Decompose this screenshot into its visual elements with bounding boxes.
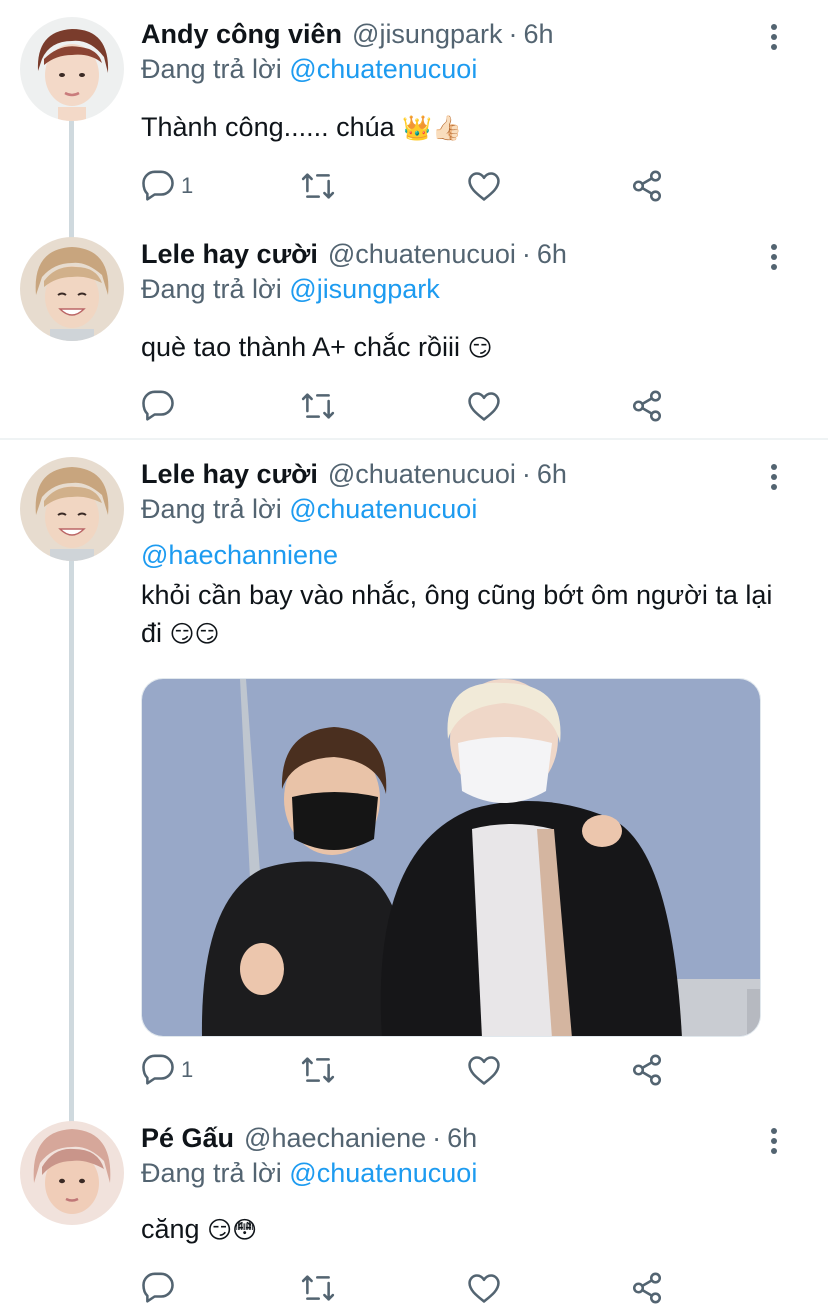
replying-to: Đang trả lời @chuatenucuoi (141, 491, 477, 527)
reply-icon (142, 390, 174, 421)
separator-dot: · (521, 459, 531, 489)
tweet-text: Thành công...... chúa 👑👍🏻 (141, 108, 781, 147)
more-icon[interactable] (762, 242, 786, 272)
display-name[interactable]: Lele hay cười (141, 239, 318, 269)
replying-to: Đang trả lời @chuatenucuoi (141, 51, 477, 87)
reply-button[interactable] (141, 388, 181, 424)
retweet-button[interactable] (301, 168, 335, 204)
separator-dot: · (521, 239, 531, 269)
like-button[interactable] (467, 1052, 501, 1088)
tweet-emoji: 😏😳 (207, 1216, 258, 1244)
replying-prefix: Đang trả lời (141, 274, 282, 304)
avatar[interactable] (20, 17, 124, 121)
more-icon[interactable] (762, 22, 786, 52)
like-icon (468, 172, 500, 201)
action-bar (141, 388, 681, 428)
replying-to-mention[interactable]: @chuatenucuoi (289, 494, 477, 524)
timestamp[interactable]: 6h (447, 1123, 477, 1153)
tweet-body-text: căng (141, 1214, 200, 1244)
replying-prefix: Đang trả lời (141, 54, 282, 84)
reply-count: 1 (181, 173, 194, 198)
share-button[interactable] (630, 1270, 664, 1306)
timestamp[interactable]: 6h (537, 459, 567, 489)
retweet-button[interactable] (301, 1270, 335, 1306)
share-button[interactable] (630, 1052, 664, 1088)
share-icon (632, 390, 662, 422)
reply-icon (142, 170, 174, 201)
replying-to: Đang trả lời @chuatenucuoi (141, 1155, 477, 1191)
replying-to-mention[interactable]: @chuatenucuoi (289, 54, 477, 84)
tweet-2[interactable]: Lele hay cười @chuatenucuoi · 6h Đang trả l… (0, 220, 828, 438)
display-name[interactable]: Andy công viên (141, 19, 342, 49)
replying-prefix: Đang trả lời (141, 494, 282, 524)
action-bar: 1 (141, 168, 681, 208)
tweet-3[interactable]: Lele hay cười @chuatenucuoi · 6h Đang trả l… (0, 440, 828, 1122)
timestamp[interactable]: 6h (537, 239, 567, 269)
reply-icon (142, 1272, 174, 1303)
replying-prefix: Đang trả lời (141, 1158, 282, 1188)
reply-icon (142, 1054, 174, 1085)
reply-button[interactable]: 1 (141, 168, 193, 204)
action-bar: 1 (141, 1052, 681, 1092)
tweet-text: què tao thành A+ chắc rồiii 😏 (141, 328, 781, 367)
retweet-icon (301, 173, 335, 199)
replying-to-mention[interactable]: @jisungpark (289, 274, 439, 304)
tweet-text: căng 😏😳 (141, 1210, 781, 1249)
tweet-photo[interactable] (141, 678, 761, 1037)
user-handle[interactable]: @chuatenucuoi (328, 459, 516, 489)
thread-line (69, 560, 74, 1122)
body-mention-link[interactable]: @haechanniene (141, 536, 781, 574)
reply-button[interactable]: 1 (141, 1052, 193, 1088)
timestamp[interactable]: 6h (524, 19, 554, 49)
tweet-emoji: 👑👍🏻 (402, 114, 462, 142)
like-button[interactable] (467, 168, 501, 204)
retweet-button[interactable] (301, 1052, 335, 1088)
share-icon (632, 170, 662, 202)
replying-to-mention[interactable]: @chuatenucuoi (289, 1158, 477, 1188)
like-button[interactable] (467, 1270, 501, 1306)
tweet-4[interactable]: Pé Gấu @haechaniene · 6h Đang trả lời @chua… (0, 1104, 828, 1307)
tweet-text: @haechanniene khỏi cần bay vào nhắc, ông… (141, 536, 781, 653)
share-icon (632, 1272, 662, 1304)
separator-dot: · (508, 19, 518, 49)
user-handle[interactable]: @haechaniene (244, 1123, 426, 1153)
tweet-emoji: 😏😏 (169, 620, 220, 648)
like-icon (468, 1274, 500, 1303)
avatar[interactable] (20, 457, 124, 561)
tweet-1[interactable]: Andy công viên @jisungpark · 6h Đang trả lờ… (0, 0, 828, 238)
reply-button[interactable] (141, 1270, 181, 1306)
tweet-emoji: 😏 (467, 334, 493, 362)
tweet-body-text: Thành công...... chúa (141, 112, 395, 142)
more-icon[interactable] (762, 1126, 786, 1156)
more-icon[interactable] (762, 462, 786, 492)
user-handle[interactable]: @jisungpark (352, 19, 502, 49)
like-icon (468, 1056, 500, 1085)
user-handle[interactable]: @chuatenucuoi (328, 239, 516, 269)
reply-count: 1 (181, 1057, 194, 1082)
display-name[interactable]: Lele hay cười (141, 459, 318, 489)
action-bar (141, 1270, 681, 1307)
avatar[interactable] (20, 237, 124, 341)
retweet-icon (301, 393, 335, 419)
retweet-button[interactable] (301, 388, 335, 424)
tweet-body-text: què tao thành A+ chắc rồiii (141, 332, 460, 362)
share-button[interactable] (630, 168, 664, 204)
share-button[interactable] (630, 388, 664, 424)
tweet-body-text: khỏi cần bay vào nhắc, ông cũng bớt ôm n… (141, 580, 773, 648)
share-icon (632, 1054, 662, 1086)
separator-dot: · (432, 1123, 442, 1153)
like-icon (468, 392, 500, 421)
display-name[interactable]: Pé Gấu (141, 1123, 234, 1153)
like-button[interactable] (467, 388, 501, 424)
retweet-icon (301, 1057, 335, 1083)
avatar[interactable] (20, 1121, 124, 1225)
retweet-icon (301, 1275, 335, 1301)
replying-to: Đang trả lời @jisungpark (141, 271, 440, 307)
